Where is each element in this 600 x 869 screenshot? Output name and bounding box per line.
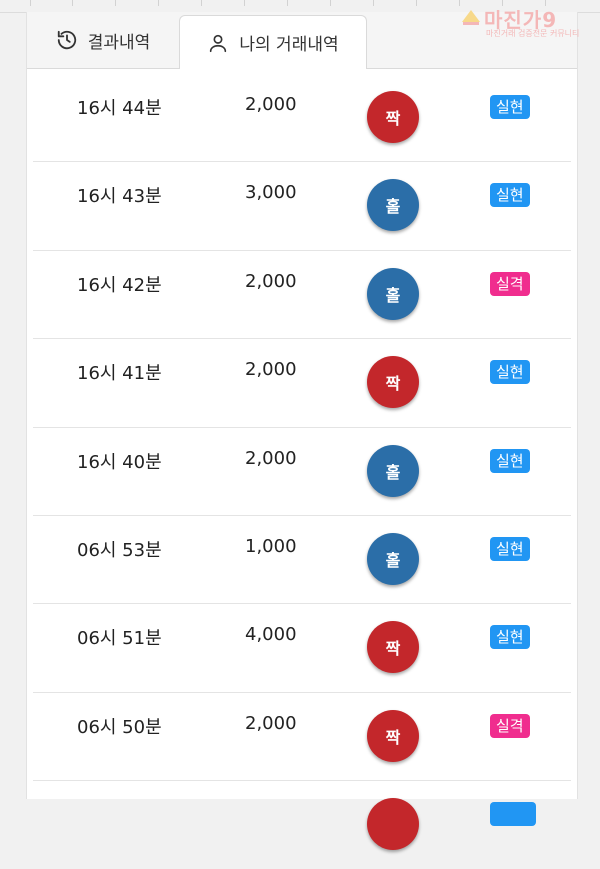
grid-cell <box>115 0 116 6</box>
tab-my-trades-label: 나의 거래내역 <box>239 35 339 55</box>
result-badge: 실현 <box>490 95 530 119</box>
trade-row-partial <box>33 781 571 868</box>
trade-row: 16시 42분 2,000 홀 실격 <box>33 251 571 340</box>
trade-list: 16시 44분 2,000 짝 실현 16시 43분 3,000 홀 실현 16… <box>27 74 577 869</box>
trade-time: 06시 53분 <box>77 539 162 561</box>
pick-badge: 짝 <box>367 356 419 409</box>
grid-cell <box>158 0 159 6</box>
grid-cell <box>330 0 331 6</box>
trade-row: 16시 40분 2,000 홀 실현 <box>33 428 571 516</box>
trade-row: 16시 44분 2,000 짝 실현 <box>33 74 571 163</box>
grid-cell <box>287 0 288 6</box>
trade-amount: 2,000 <box>245 447 297 469</box>
grid-cell <box>373 0 374 6</box>
trade-row: 06시 51분 4,000 짝 실현 <box>33 604 571 693</box>
trade-row: 16시 43분 3,000 홀 실현 <box>33 162 571 251</box>
pick-badge: 홀 <box>367 444 419 497</box>
result-badge: 실현 <box>490 360 530 385</box>
tab-results[interactable]: 결과내역 <box>27 12 179 68</box>
trade-row: 06시 53분 1,000 홀 실현 <box>33 516 571 605</box>
logo-mark-icon <box>462 10 480 25</box>
pick-badge: 홀 <box>367 532 419 585</box>
tab-results-label: 결과내역 <box>87 32 151 53</box>
trade-time: 16시 41분 <box>77 363 162 385</box>
trade-amount: 2,000 <box>245 270 297 292</box>
trade-row: 06시 50분 2,000 짝 실격 <box>33 693 571 782</box>
history-icon <box>56 29 78 51</box>
result-badge: 실격 <box>490 271 530 296</box>
tab-my-trades[interactable]: 나의 거래내역 <box>179 15 367 69</box>
pick-badge: 짝 <box>367 91 419 143</box>
pick-badge: 짝 <box>367 709 419 762</box>
pick-badge: 홀 <box>367 267 419 320</box>
trade-amount: 1,000 <box>245 535 297 557</box>
grid-cell <box>244 0 245 6</box>
result-badge: 실격 <box>490 713 530 738</box>
trade-amount: 4,000 <box>245 624 297 646</box>
site-logo: 마진가9 마진거래 검증전문 커뮤니티 <box>460 4 598 40</box>
trade-amount: 3,000 <box>245 182 297 204</box>
trade-time: 16시 43분 <box>77 186 162 208</box>
user-icon <box>207 32 229 54</box>
result-badge: 실현 <box>490 183 530 208</box>
trade-row: 16시 41분 2,000 짝 실현 <box>33 339 571 428</box>
trade-time: 06시 51분 <box>77 628 162 650</box>
logo-subtitle: 마진거래 검증전문 커뮤니티 <box>486 29 580 38</box>
trade-time: 16시 40분 <box>77 451 162 473</box>
result-badge: 실현 <box>490 536 530 561</box>
grid-cell <box>72 0 73 6</box>
trade-time: 06시 50분 <box>77 716 162 738</box>
grid-cell <box>30 0 31 6</box>
result-badge-partial <box>490 802 536 827</box>
trade-time: 16시 44분 <box>77 98 162 119</box>
grid-cell <box>201 0 202 6</box>
result-badge: 실현 <box>490 625 530 650</box>
grid-cell <box>416 0 417 6</box>
trade-amount: 2,000 <box>245 712 297 734</box>
history-panel: 결과내역 나의 거래내역 16시 44분 2,000 짝 실현 16시 43분 … <box>26 12 578 851</box>
trade-time: 16시 42분 <box>77 274 162 296</box>
trade-amount: 2,000 <box>245 359 297 381</box>
trade-amount: 2,000 <box>245 94 297 115</box>
pick-badge: 홀 <box>367 179 419 232</box>
pick-badge: 짝 <box>367 621 419 674</box>
pick-badge-partial <box>367 798 419 851</box>
result-badge: 실현 <box>490 448 530 473</box>
